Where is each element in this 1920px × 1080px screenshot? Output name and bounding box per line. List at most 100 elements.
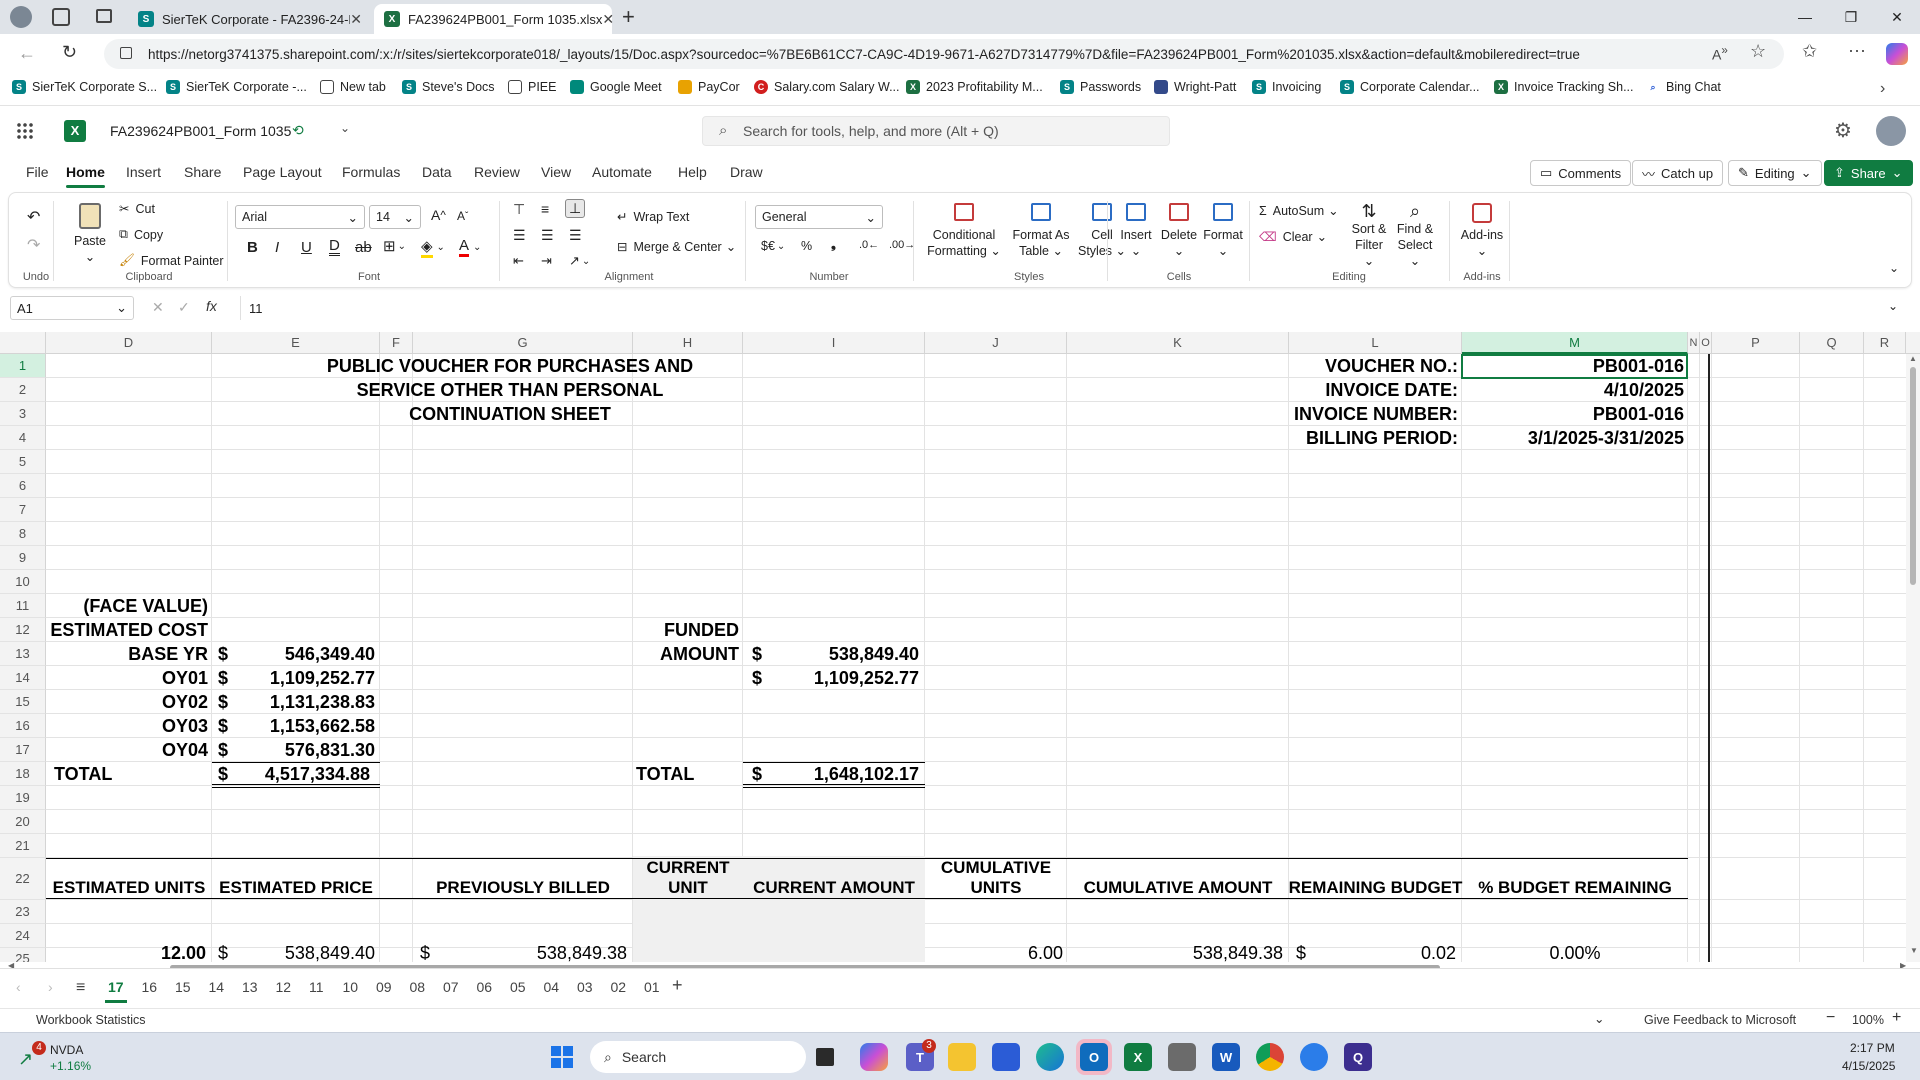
tab-review[interactable]: Review <box>474 164 520 180</box>
row-header[interactable]: 15 <box>0 690 46 714</box>
sheet-tab-11[interactable]: 11 <box>309 979 324 995</box>
zoom-level[interactable]: 100% <box>1852 1013 1884 1027</box>
align-center-icon[interactable]: ☰ <box>541 227 554 244</box>
add-sheet-icon[interactable]: + <box>672 975 683 996</box>
clear-button[interactable]: ⌫ Clear ⌄ <box>1259 229 1327 245</box>
increase-indent-icon[interactable]: ⇥ <box>541 253 552 269</box>
decrease-indent-icon[interactable]: ⇤ <box>513 253 524 269</box>
underline-button[interactable]: U <box>301 239 312 256</box>
font-name-dropdown[interactable]: Arial ⌄ <box>235 205 365 229</box>
close-tab-icon[interactable]: ✕ <box>350 11 362 28</box>
row-header[interactable]: 20 <box>0 810 46 834</box>
number-format-dropdown[interactable]: General ⌄ <box>755 205 883 229</box>
format-painter-button[interactable]: 🖌 Format Painter <box>119 253 224 268</box>
column-header-m[interactable]: M <box>1462 332 1688 354</box>
select-all-corner[interactable] <box>0 332 46 354</box>
column-header-k[interactable]: K <box>1067 332 1289 354</box>
status-dropdown-icon[interactable]: ⌄ <box>1594 1011 1604 1026</box>
excel-taskbar-icon[interactable]: X <box>1124 1043 1152 1071</box>
bookmark-new-tab[interactable]: New tab <box>320 80 386 94</box>
row-header[interactable]: 25 <box>0 948 46 962</box>
row-header[interactable]: 6 <box>0 474 46 498</box>
profile-avatar[interactable] <box>10 6 32 28</box>
column-header-p[interactable]: P <box>1712 332 1800 354</box>
row-header[interactable]: 16 <box>0 714 46 738</box>
bookmark-piee[interactable]: PIEE <box>508 80 557 94</box>
taskbar-search-box[interactable]: ⌕ Search <box>590 1041 806 1073</box>
fill-color-icon[interactable]: ◈ ⌄ <box>421 237 445 258</box>
copilot-taskbar-icon[interactable] <box>860 1043 888 1071</box>
find-select-button[interactable]: ⌕ Find & Select ⌄ <box>1393 202 1437 269</box>
zoom-out-icon[interactable]: − <box>1826 1009 1835 1027</box>
italic-button[interactable]: I <box>275 239 279 256</box>
row-header[interactable]: 3 <box>0 402 46 426</box>
align-top-icon[interactable]: ⊤ <box>513 201 525 218</box>
bookmark-passwords[interactable]: S Passwords <box>1060 80 1141 94</box>
row-header[interactable]: 12 <box>0 618 46 642</box>
outlook-icon[interactable]: O <box>1080 1043 1108 1071</box>
sheet-tab-14[interactable]: 14 <box>209 979 225 995</box>
column-header-l[interactable]: L <box>1289 332 1462 354</box>
row-header[interactable]: 21 <box>0 834 46 858</box>
sheet-tab-02[interactable]: 02 <box>611 979 627 995</box>
word-icon[interactable]: W <box>1212 1043 1240 1071</box>
tab-view[interactable]: View <box>541 164 571 180</box>
bold-button[interactable]: B <box>247 239 258 256</box>
windows-start-icon[interactable] <box>548 1043 576 1071</box>
cut-button[interactable]: ✂ Cut <box>119 201 155 217</box>
tab-draw[interactable]: Draw <box>730 164 763 180</box>
sheet-tab-04[interactable]: 04 <box>544 979 560 995</box>
back-icon[interactable]: ← <box>18 43 36 64</box>
insert-cells-button[interactable]: Insert ⌄ <box>1115 203 1157 259</box>
bookmark-corporate-calendar[interactable]: S Corporate Calendar... <box>1340 80 1480 94</box>
scroll-up-icon[interactable]: ▲ <box>1906 354 1920 363</box>
all-sheets-icon[interactable]: ≡ <box>76 979 85 997</box>
row-header[interactable]: 22 <box>0 858 46 900</box>
bookmark-invoice-tracking[interactable]: X Invoice Tracking Sh... <box>1494 80 1634 94</box>
tab-share[interactable]: Share <box>184 164 221 180</box>
workbook-statistics-button[interactable]: Workbook Statistics <box>36 1013 146 1027</box>
currency-format-icon[interactable]: $€ ⌄ <box>761 239 785 253</box>
row-header[interactable]: 14 <box>0 666 46 690</box>
minimize-icon[interactable]: — <box>1782 0 1828 34</box>
row-header[interactable]: 11 <box>0 594 46 618</box>
title-dropdown-icon[interactable]: ⌄ <box>340 121 350 135</box>
sheet-tab-17[interactable]: 17 <box>105 979 127 1003</box>
formula-input[interactable]: 11 <box>240 296 1908 320</box>
sheet-tab-15[interactable]: 15 <box>175 979 191 995</box>
bookmark-invoicing[interactable]: S Invoicing <box>1252 80 1321 94</box>
refresh-icon[interactable]: ↻ <box>62 42 77 63</box>
column-header-j[interactable]: J <box>925 332 1067 354</box>
conditional-formatting-button[interactable]: Conditional Formatting ⌄ <box>921 203 1007 259</box>
quick-assist-icon[interactable] <box>1300 1043 1328 1071</box>
tab-actions-icon[interactable] <box>96 9 112 23</box>
bookmark-siertek-corporate[interactable]: S SierTeK Corporate -... <box>166 80 307 94</box>
expand-formula-icon[interactable]: ⌄ <box>1888 299 1898 313</box>
tab-formulas[interactable]: Formulas <box>342 164 400 180</box>
column-header-g[interactable]: G <box>413 332 633 354</box>
font-size-dropdown[interactable]: 14 ⌄ <box>369 205 421 229</box>
more-menu-icon[interactable]: ··· <box>1848 40 1866 61</box>
name-box[interactable]: A1 ⌄ <box>10 296 134 320</box>
merge-center-button[interactable]: ⊟ Merge & Center ⌄ <box>617 239 736 255</box>
feedback-link[interactable]: Give Feedback to Microsoft <box>1644 1013 1796 1027</box>
close-window-icon[interactable]: ✕ <box>1874 0 1920 34</box>
row-header[interactable]: 1 <box>0 354 46 378</box>
copy-button[interactable]: ⧉ Copy <box>119 227 163 242</box>
share-button[interactable]: ⇪ Share ⌄ <box>1824 160 1913 186</box>
document-title[interactable]: FA239624PB001_Form 1035 <box>110 123 291 139</box>
clock-time[interactable]: 2:17 PM <box>1850 1041 1895 1055</box>
chrome-icon[interactable] <box>1256 1043 1284 1071</box>
bookmarks-overflow-icon[interactable]: › <box>1880 80 1885 98</box>
align-left-icon[interactable]: ☰ <box>513 227 526 244</box>
row-header[interactable]: 2 <box>0 378 46 402</box>
vertical-scrollbar[interactable]: ▲ <box>1906 354 1920 962</box>
browser-tab-excel[interactable]: X FA239624PB001_Form 1035.xlsx ✕ <box>374 4 614 34</box>
row-header[interactable]: 13 <box>0 642 46 666</box>
app-launcher-icon[interactable] <box>16 122 34 140</box>
column-header-q[interactable]: Q <box>1800 332 1864 354</box>
search-box[interactable]: ⌕ Search for tools, help, and more (Alt … <box>702 116 1170 146</box>
sheet-tab-05[interactable]: 05 <box>510 979 526 995</box>
cancel-formula-icon[interactable]: ✕ <box>152 299 164 316</box>
worksheet-grid[interactable]: D E F G H I J K L M N O P Q R 1234567891… <box>0 332 1920 962</box>
